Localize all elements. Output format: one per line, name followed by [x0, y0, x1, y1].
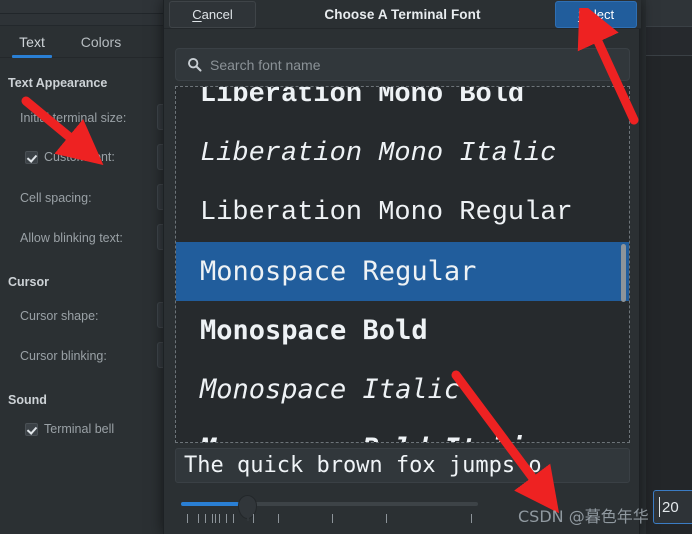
checkbox-terminal-bell[interactable]: Terminal bell	[25, 422, 114, 436]
search-placeholder: Search font name	[210, 56, 321, 73]
font-size-value-field[interactable]: 20	[654, 491, 692, 523]
font-name: Liberation Mono Regular	[200, 197, 573, 228]
tab-colors[interactable]: Colors	[74, 26, 128, 58]
section-title-text-appearance: Text Appearance	[8, 76, 108, 90]
font-name: Monospace Bold	[200, 315, 428, 346]
list-item-selected[interactable]: Monospace Regular	[176, 242, 629, 301]
font-size-spinbox[interactable]: 20 − +	[653, 490, 692, 524]
label-cursor-shape: Cursor shape:	[20, 309, 99, 323]
font-name: Monospace Bold Italic	[200, 433, 541, 442]
label-initial-terminal-size: Initial terminal size:	[20, 111, 127, 125]
dialog-header: Choose A Terminal Font Cancel Select	[164, 0, 641, 29]
font-name: Monospace Regular	[200, 256, 477, 287]
checkbox-icon[interactable]	[25, 422, 38, 436]
font-size-value: 20	[662, 498, 679, 516]
font-list[interactable]: Liberation Mono Bold Liberation Mono Ita…	[175, 86, 630, 443]
font-name: Liberation Mono Bold	[200, 86, 525, 110]
section-title-sound: Sound	[8, 393, 47, 407]
list-item[interactable]: Liberation Mono Bold	[176, 86, 629, 124]
list-item[interactable]: Liberation Mono Regular	[176, 183, 629, 242]
cancel-accesskey: C	[192, 7, 202, 22]
background-left-strip	[640, 0, 646, 534]
list-item[interactable]: Monospace Bold	[176, 301, 629, 360]
list-item[interactable]: Liberation Mono Italic	[176, 124, 629, 183]
font-chooser-dialog: Choose A Terminal Font Cancel Select Sea…	[163, 0, 692, 534]
background-divider	[646, 26, 692, 27]
text-caret	[659, 497, 660, 517]
list-item[interactable]: Monospace Italic	[176, 360, 629, 419]
tab-text[interactable]: Text	[10, 26, 54, 58]
font-name: Monospace Italic	[200, 374, 461, 405]
label-cell-spacing: Cell spacing:	[20, 191, 92, 205]
cancel-rest: ancel	[201, 7, 233, 22]
select-rest: elect	[586, 7, 615, 22]
section-title-cursor: Cursor	[8, 275, 49, 289]
label-custom-font: Custom font:	[44, 150, 115, 164]
slider-fill	[181, 502, 239, 506]
watermark: CSDN @暮色年华	[518, 507, 649, 526]
list-item[interactable]: Monospace Bold Italic	[176, 419, 629, 442]
settings-pane-body: Text Appearance Initial terminal size: C…	[0, 58, 197, 534]
checkbox-icon[interactable]	[25, 150, 38, 164]
select-button[interactable]: Select	[555, 1, 637, 28]
font-preview: The quick brown fox jumps o	[175, 448, 630, 483]
preview-text: The quick brown fox jumps o	[184, 453, 542, 478]
background-right-titlebar	[640, 0, 692, 26]
cancel-button[interactable]: Cancel	[169, 1, 256, 28]
tab-text-label: Text	[19, 34, 45, 50]
slider-ticks	[181, 514, 478, 524]
tab-colors-label: Colors	[80, 34, 122, 50]
label-cursor-blinking: Cursor blinking:	[20, 349, 107, 363]
label-terminal-bell: Terminal bell	[44, 422, 115, 436]
background-right-panel	[646, 56, 692, 534]
font-size-slider[interactable]	[181, 492, 478, 526]
select-accesskey: S	[577, 7, 587, 22]
font-list-scrollbar[interactable]	[620, 89, 626, 442]
font-list-inner: Liberation Mono Bold Liberation Mono Ita…	[176, 86, 629, 442]
label-allow-blinking-text: Allow blinking text:	[20, 231, 123, 245]
scrollbar-thumb[interactable]	[621, 244, 626, 302]
font-name: Liberation Mono Italic	[200, 138, 557, 169]
search-input[interactable]: Search font name	[175, 48, 630, 81]
checkbox-custom-font[interactable]: Custom font:	[25, 150, 115, 164]
search-icon	[188, 58, 202, 72]
screen: Text Colors S Text Appearance Initial te…	[0, 0, 692, 534]
